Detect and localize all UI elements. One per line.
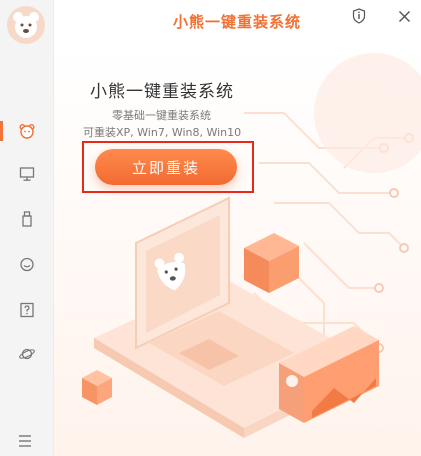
sidebar-item-planet[interactable]: [0, 340, 53, 368]
laptop-illustration: [82, 53, 421, 438]
subtitle-primary: 零基础一键重装系统: [112, 109, 211, 122]
close-icon[interactable]: [395, 7, 413, 25]
question-box-icon: [19, 302, 34, 318]
sidebar-item-bear[interactable]: [0, 117, 53, 145]
bear-icon: [19, 124, 34, 139]
menu-icon[interactable]: [16, 433, 34, 447]
shield-info-icon[interactable]: [350, 7, 368, 25]
main-panel: 小熊一键重装系统 零基础一键重装系统 可重装XP, Win7, Win8, Wi…: [54, 43, 421, 456]
monitor-icon: [19, 167, 34, 181]
bear-logo-icon: [7, 6, 45, 44]
sidebar-item-usb[interactable]: [0, 205, 53, 233]
headline: 小熊一键重装系统: [90, 82, 234, 102]
app-title: 小熊一键重装系统: [172, 13, 301, 31]
chat-bubble-icon: [19, 257, 34, 272]
usb-drive-icon: [21, 211, 32, 227]
title-bar: 小熊一键重装系统: [53, 0, 421, 43]
reinstall-now-button[interactable]: 立即重装: [95, 149, 237, 185]
sidebar: [0, 0, 54, 456]
sidebar-item-help[interactable]: [0, 296, 53, 324]
planet-icon: [18, 348, 35, 360]
subtitle-os-list: 可重装XP, Win7, Win8, Win10: [83, 126, 242, 139]
sidebar-item-monitor[interactable]: [0, 160, 53, 188]
sidebar-item-chat[interactable]: [0, 251, 53, 279]
